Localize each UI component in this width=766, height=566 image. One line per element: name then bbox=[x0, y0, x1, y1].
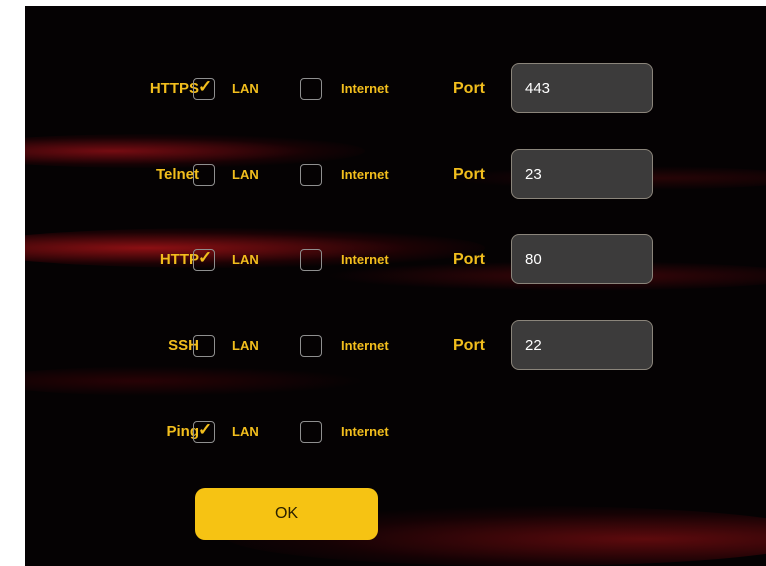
lan-option-label: LAN bbox=[232, 338, 259, 353]
telnet-internet-checkbox[interactable]: ✓ bbox=[300, 164, 322, 186]
checkmark-icon: ✓ bbox=[198, 248, 213, 267]
https-port-input[interactable] bbox=[511, 63, 653, 113]
service-row-https: HTTPS ✓ LAN ✓ Internet Port bbox=[25, 63, 766, 113]
service-label: HTTPS bbox=[149, 80, 199, 97]
lan-option-label: LAN bbox=[232, 424, 259, 439]
service-row-http: HTTP ✓ LAN ✓ Internet Port bbox=[25, 234, 766, 284]
telnet-lan-checkbox[interactable]: ✓ bbox=[193, 164, 215, 186]
http-internet-checkbox[interactable]: ✓ bbox=[300, 249, 322, 271]
internet-option-label: Internet bbox=[341, 252, 389, 267]
telnet-port-input[interactable] bbox=[511, 149, 653, 199]
port-label: Port bbox=[453, 337, 485, 354]
lan-option-label: LAN bbox=[232, 252, 259, 267]
ok-button[interactable]: OK bbox=[195, 488, 378, 540]
checkmark-icon: ✓ bbox=[198, 420, 213, 439]
port-label: Port bbox=[453, 251, 485, 268]
service-row-ping: Ping ✓ LAN ✓ Internet bbox=[25, 412, 766, 452]
lan-option-label: LAN bbox=[232, 167, 259, 182]
port-label: Port bbox=[453, 166, 485, 183]
https-lan-checkbox[interactable]: ✓ bbox=[193, 77, 215, 100]
remote-management-panel: HTTPS ✓ LAN ✓ Internet Port Telnet ✓ LAN… bbox=[25, 6, 766, 566]
ssh-port-input[interactable] bbox=[511, 320, 653, 370]
checkmark-icon: ✓ bbox=[198, 77, 213, 96]
internet-option-label: Internet bbox=[341, 338, 389, 353]
internet-option-label: Internet bbox=[341, 81, 389, 96]
https-internet-checkbox[interactable]: ✓ bbox=[300, 78, 322, 100]
ping-internet-checkbox[interactable]: ✓ bbox=[300, 421, 322, 443]
lan-option-label: LAN bbox=[232, 81, 259, 96]
ssh-lan-checkbox[interactable]: ✓ bbox=[193, 335, 215, 357]
red-light-streak bbox=[25, 366, 365, 396]
internet-option-label: Internet bbox=[341, 167, 389, 182]
port-label: Port bbox=[453, 80, 485, 97]
ssh-internet-checkbox[interactable]: ✓ bbox=[300, 335, 322, 357]
service-row-telnet: Telnet ✓ LAN ✓ Internet Port bbox=[25, 149, 766, 199]
ping-lan-checkbox[interactable]: ✓ bbox=[193, 420, 215, 443]
internet-option-label: Internet bbox=[341, 424, 389, 439]
http-port-input[interactable] bbox=[511, 234, 653, 284]
service-row-ssh: SSH ✓ LAN ✓ Internet Port bbox=[25, 320, 766, 370]
http-lan-checkbox[interactable]: ✓ bbox=[193, 248, 215, 271]
